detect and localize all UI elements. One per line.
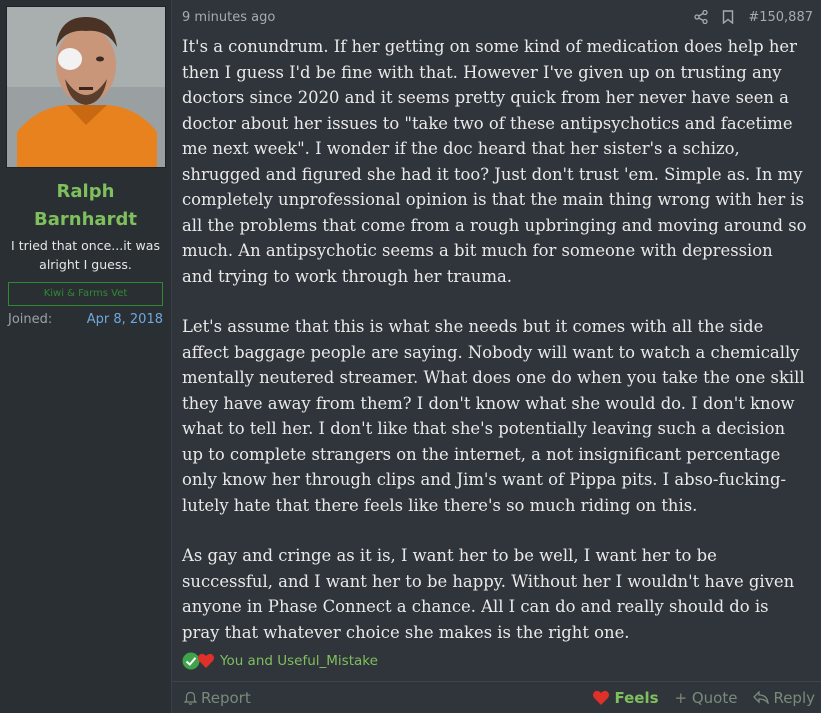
joined-date: Apr 8, 2018 <box>86 312 163 327</box>
heart-icon <box>593 690 610 705</box>
post-body: It's a conundrum. If her getting on some… <box>172 34 821 645</box>
report-label: Report <box>201 688 251 707</box>
post-footer: Report Feels + Quote Reply <box>172 681 821 713</box>
username-first: Ralph <box>56 181 115 202</box>
joined-row: Joined: Apr 8, 2018 <box>6 312 165 327</box>
post-paragraph: Let's assume that this is what she needs… <box>182 317 805 515</box>
avatar[interactable] <box>6 6 166 168</box>
report-icon <box>184 691 197 705</box>
post-meta-actions: #150,887 <box>694 10 813 25</box>
feels-label: Feels <box>614 688 659 707</box>
post-meta: 9 minutes ago #150,887 <box>172 0 821 34</box>
heart-icon <box>197 653 215 668</box>
user-banner: Kiwi & Farms Vet <box>8 282 163 306</box>
share-icon[interactable] <box>694 10 708 24</box>
reply-label: Reply <box>773 688 815 707</box>
feels-button[interactable]: Feels <box>592 688 659 707</box>
user-sidebar: Ralph Barnhardt I tried that once...it w… <box>0 0 172 713</box>
post-time[interactable]: 9 minutes ago <box>182 10 275 25</box>
quote-button[interactable]: + Quote <box>675 689 738 707</box>
post-main: 9 minutes ago #150,887 It's a conundrum.… <box>172 0 821 713</box>
post: Ralph Barnhardt I tried that once...it w… <box>0 0 821 713</box>
report-button[interactable]: Report <box>184 689 251 707</box>
post-actions: Feels + Quote Reply <box>592 689 815 707</box>
post-paragraph: As gay and cringe as it is, I want her t… <box>182 546 795 642</box>
reactions-bar[interactable]: You and Useful_Mistake <box>182 652 378 670</box>
post-paragraph: It's a conundrum. If her getting on some… <box>182 37 807 286</box>
post-number[interactable]: #150,887 <box>748 10 813 25</box>
joined-label: Joined: <box>8 312 53 327</box>
user-title: I tried that once...it was alright I gue… <box>11 238 160 272</box>
bookmark-icon[interactable] <box>722 10 734 24</box>
reply-button[interactable]: Reply <box>753 689 815 707</box>
quote-label: + Quote <box>674 688 738 707</box>
reactions-text[interactable]: You and Useful_Mistake <box>220 653 378 669</box>
reply-arrow-icon <box>753 691 770 704</box>
reaction-icons <box>182 652 215 670</box>
username[interactable]: Ralph Barnhardt <box>6 178 165 234</box>
username-last: Barnhardt <box>34 209 137 230</box>
